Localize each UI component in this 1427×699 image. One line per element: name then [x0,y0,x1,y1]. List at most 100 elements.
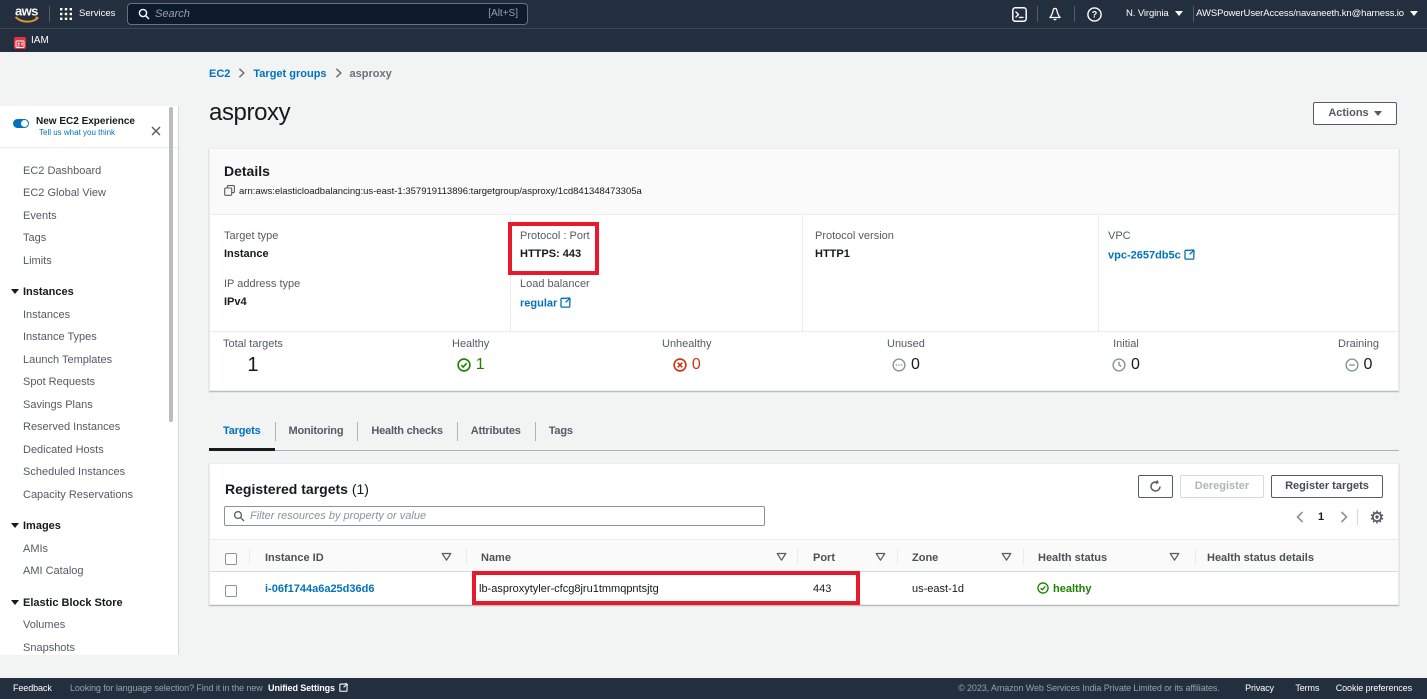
actions-button[interactable]: Actions [1313,102,1397,125]
sidebar-item-savings-plans[interactable]: Savings Plans [0,394,178,417]
sidebar-scrollbar[interactable] [169,107,173,422]
sidebar-item-snapshots[interactable]: Snapshots [0,637,178,660]
sidebar-item-reserved-instances[interactable]: Reserved Instances [0,416,178,439]
triangle-down-icon [11,600,19,605]
stat-value: 0 [1112,357,1140,373]
column-header-name[interactable]: Name [481,540,511,573]
sidebar-item-amis[interactable]: AMIs [0,538,178,561]
deregister-button[interactable]: Deregister [1180,475,1264,498]
region-selector[interactable]: N. Virginia [1126,0,1183,28]
chevron-down-icon [1374,111,1382,116]
tab-monitoring[interactable]: Monitoring [275,417,358,450]
health-status-text: healthy [1053,583,1092,595]
page-title: asproxy [209,99,290,127]
stat-number: 1 [476,357,485,373]
sidebar-section-elastic-block-store[interactable]: Elastic Block Store [0,592,178,615]
column-header-health-status[interactable]: Health status [1038,540,1107,573]
tab-attributes[interactable]: Attributes [457,417,535,450]
column-divider [797,548,798,565]
status-healthy-icon [1037,582,1049,594]
filter-column-icon[interactable] [441,552,452,562]
sidebar-section-instances[interactable]: Instances [0,281,178,304]
chevron-down-icon [1410,11,1418,16]
refresh-button[interactable] [1138,475,1173,498]
vpc-link[interactable]: vpc-2657db5c [1108,250,1181,262]
search-input[interactable]: Search [Alt+S] [127,3,528,25]
stat-value: 0 [1338,357,1379,373]
sidebar-item-capacity-reservations[interactable]: Capacity Reservations [0,484,178,507]
column-divider [1195,548,1196,565]
breadcrumb-ec2[interactable]: EC2 [209,68,230,80]
select-all-checkbox[interactable] [225,553,237,565]
external-link-icon [339,683,348,692]
sidebar-item-ec2-dashboard[interactable]: EC2 Dashboard [0,160,178,183]
filter-column-icon[interactable] [875,552,886,562]
column-header-zone[interactable]: Zone [912,540,938,573]
register-targets-button[interactable]: Register targets [1271,475,1383,498]
filter-column-icon[interactable] [776,552,787,562]
account-menu[interactable]: AWSPowerUserAccess/navaneeth.kn@harness.… [1196,0,1418,28]
row-checkbox[interactable] [225,585,237,597]
external-link-icon [560,297,571,308]
sidebar-item-tags[interactable]: Tags [0,227,178,250]
stat-label: Total targets [223,339,283,350]
stat-unhealthy: Unhealthy 0 [662,332,887,391]
aws-logo[interactable]: aws [15,4,41,24]
sidebar-item-volumes[interactable]: Volumes [0,614,178,637]
sidebar-item-events[interactable]: Events [0,205,178,228]
top-navigation-bar: aws Services Search [Alt+S] ? N. Virgini… [0,0,1427,28]
sidebar-item-launch-templates[interactable]: Launch Templates [0,349,178,372]
stat-label: Unused [887,339,925,350]
stat-number: 0 [1131,357,1140,373]
column-header-port[interactable]: Port [813,540,835,573]
stat-number: 0 [1364,357,1373,373]
feedback-link[interactable]: Feedback [13,678,52,699]
sidebar-item-spot-requests[interactable]: Spot Requests [0,371,178,394]
sidebar-section-images[interactable]: Images [0,515,178,538]
sidebar-item-limits[interactable]: Limits [0,250,178,273]
stat-value: 1 [223,357,283,373]
next-page-icon[interactable] [1340,511,1348,523]
new-experience-toggle[interactable] [13,119,29,128]
privacy-link[interactable]: Privacy [1245,683,1274,693]
sidebar-item-dedicated-hosts[interactable]: Dedicated Hosts [0,439,178,462]
tab-health-checks[interactable]: Health checks [357,417,456,450]
notifications-bell-icon[interactable] [1048,7,1062,22]
iam-service-icon [14,37,26,49]
services-grid-icon[interactable] [60,8,72,20]
field-label: Target type [224,231,510,242]
sidebar-item-ec2-global-view[interactable]: EC2 Global View [0,182,178,205]
breadcrumb-current: asproxy [350,68,392,80]
copy-icon[interactable] [224,185,235,196]
page-number[interactable]: 1 [1318,509,1324,525]
instance-id-link[interactable]: i-06f1744a6a25d36d6 [265,583,374,595]
stat-label: Initial [1112,339,1140,350]
tab-tags[interactable]: Tags [535,417,587,450]
sidebar-item-scheduled-instances[interactable]: Scheduled Instances [0,461,178,484]
column-header-health-status-details[interactable]: Health status details [1207,540,1314,573]
filter-column-icon[interactable] [1001,552,1012,562]
help-icon[interactable]: ? [1087,7,1102,22]
services-menu[interactable]: Services [79,0,115,28]
favorite-iam-link[interactable]: IAM [31,29,49,53]
external-link-icon [1184,249,1195,260]
close-icon[interactable] [151,126,161,136]
tab-targets[interactable]: Targets [209,417,275,450]
cookie-preferences-link[interactable]: Cookie preferences [1336,683,1412,693]
details-column-1: Target typeInstance IP address typeIPv4 [210,215,510,331]
filter-column-icon[interactable] [1169,552,1180,562]
sidebar-item-ami-catalog[interactable]: AMI Catalog [0,560,178,583]
sidebar-item-instances[interactable]: Instances [0,304,178,327]
load-balancer-link[interactable]: regular [520,298,557,310]
cloudshell-icon[interactable] [1012,7,1027,22]
filter-input[interactable]: Filter resources by property or value [224,506,765,526]
unified-settings-link[interactable]: Unified Settings [268,683,335,693]
column-header-instance-id[interactable]: Instance ID [265,540,324,573]
field-value: Instance [224,249,510,260]
breadcrumb-target-groups[interactable]: Target groups [253,68,326,80]
sidebar-item-instance-types[interactable]: Instance Types [0,326,178,349]
tell-us-link[interactable]: Tell us what you think [39,128,115,137]
settings-gear-icon[interactable] [1370,510,1384,524]
terms-link[interactable]: Terms [1295,683,1319,693]
previous-page-icon[interactable] [1296,511,1304,523]
